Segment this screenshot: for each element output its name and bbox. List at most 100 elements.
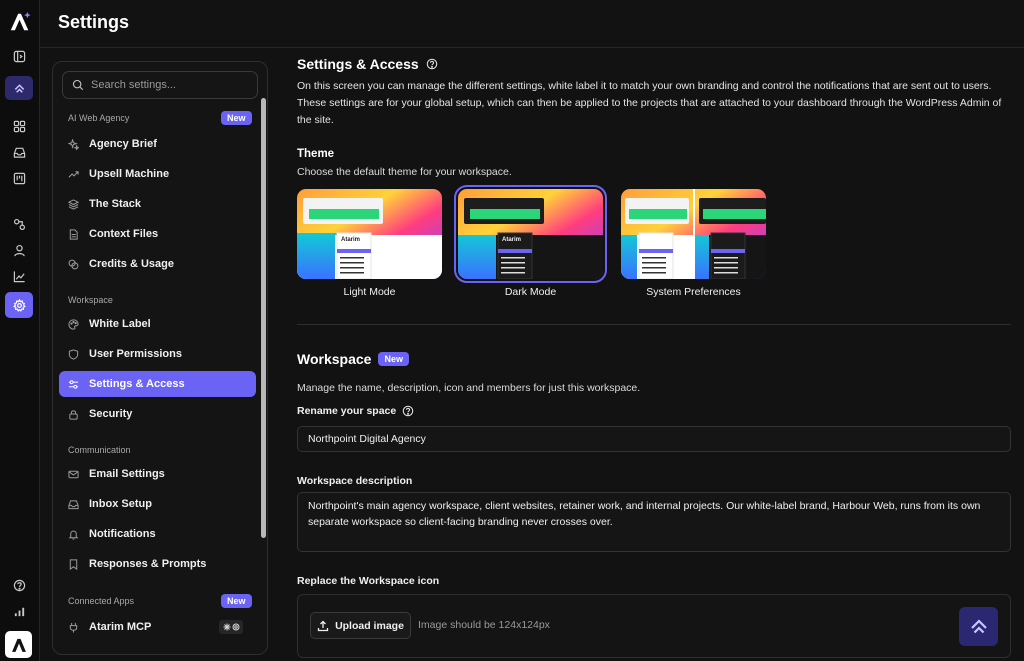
file-icon	[69, 228, 78, 240]
sidebar-item-label: Atarim MCP	[89, 621, 152, 633]
panel-icon[interactable]	[5, 44, 33, 68]
atarim-mark-icon[interactable]	[5, 76, 33, 100]
sidebar-item-the-stack[interactable]: The Stack	[59, 191, 256, 217]
section-label-connected-apps: Connected Apps	[68, 596, 135, 606]
claude-icon	[223, 623, 230, 631]
gear-icon[interactable]	[5, 292, 33, 318]
atarim-mark-icon	[970, 618, 987, 633]
field-label-text: Rename your space	[297, 405, 397, 417]
theme-preview-brand: Atarim	[502, 237, 522, 243]
mcp-client-icons	[219, 620, 243, 634]
sidebar-item-security[interactable]: Security	[59, 401, 256, 427]
theme-label-system: System Preferences	[646, 286, 741, 298]
upload-hint: Image should be 124x124px	[418, 619, 550, 631]
theme-option-dark[interactable]: Atarim	[454, 185, 607, 283]
sidebar-item-email-settings[interactable]: Email Settings	[59, 461, 256, 487]
atarim-logo[interactable]	[7, 9, 33, 35]
workspace-name-input[interactable]	[297, 426, 1011, 452]
board-icon[interactable]	[5, 166, 33, 190]
section-title: Settings & Access	[297, 56, 419, 72]
sidebar-item-responses-prompts[interactable]: Responses & Prompts	[59, 551, 256, 577]
sidebar-item-label: Notifications	[89, 528, 156, 540]
workspace-description-label: Workspace description	[297, 475, 413, 487]
search-icon	[72, 79, 84, 91]
search-box[interactable]	[62, 71, 258, 99]
grid-icon[interactable]	[5, 114, 33, 138]
signal-icon[interactable]	[5, 599, 33, 623]
workspace-heading: Workspace New	[297, 351, 409, 367]
search-input[interactable]	[91, 79, 241, 91]
sidebar-item-label: White Label	[89, 318, 151, 330]
section-label-communication: Communication	[68, 445, 131, 455]
layers-icon	[68, 198, 79, 210]
settings-access-heading: Settings & Access	[297, 56, 438, 72]
settings-access-description: On this screen you can manage the differ…	[297, 80, 1002, 126]
workspace-description-input[interactable]: Northpoint's main agency workspace, clie…	[297, 492, 1011, 552]
upload-label: Upload image	[335, 619, 404, 632]
user-icon[interactable]	[5, 238, 33, 262]
bell-icon	[68, 530, 79, 540]
sidebar-item-label: Inbox Setup	[89, 498, 152, 510]
sidebar-item-label: Context Files	[89, 228, 159, 240]
sidebar-item-label: Agency Brief	[89, 138, 157, 150]
chart-icon[interactable]	[5, 264, 33, 288]
openai-icon	[232, 623, 239, 631]
new-badge: New	[221, 594, 252, 608]
atarim-logo[interactable]	[5, 631, 32, 658]
theme-option-light[interactable]: Atarim	[297, 189, 442, 279]
workspace-description-text: Manage the name, description, icon and m…	[297, 382, 641, 394]
sidebar-item-user-permissions[interactable]: User Permissions	[59, 341, 256, 367]
help-icon[interactable]	[5, 573, 33, 597]
workspace-icon-upload: Upload image Image should be 124x124px	[297, 594, 1011, 658]
inbox-icon	[68, 499, 79, 509]
theme-label-light: Light Mode	[343, 286, 396, 298]
help-icon[interactable]	[426, 58, 438, 70]
mail-icon	[68, 470, 79, 478]
section-divider	[297, 324, 1011, 325]
sidebar-scrollbar[interactable]	[261, 98, 266, 538]
theme-option-system[interactable]	[621, 189, 766, 279]
sidebar-item-label: Upsell Machine	[89, 168, 170, 180]
section-title: Workspace	[297, 351, 372, 367]
sidebar-item-label: Security	[89, 408, 133, 420]
rename-space-label: Rename your space	[297, 405, 414, 417]
sidebar-item-white-label[interactable]: White Label	[59, 311, 256, 337]
coins-icon	[68, 259, 79, 269]
workspace-icon-preview	[959, 607, 998, 646]
workspace-icon-label: Replace the Workspace icon	[297, 575, 440, 587]
sidebar-item-notifications[interactable]: Notifications	[59, 521, 256, 547]
trend-icon	[68, 170, 79, 178]
page-title: Settings	[58, 12, 130, 32]
sidebar-item-upsell-machine[interactable]: Upsell Machine	[59, 161, 256, 187]
sidebar-item-label: User Permissions	[89, 348, 182, 360]
sidebar-item-label: Email Settings	[89, 468, 165, 480]
left-rail	[0, 0, 40, 661]
sidebar-item-inbox-setup[interactable]: Inbox Setup	[59, 491, 256, 517]
palette-icon	[68, 318, 79, 330]
integrations-icon[interactable]	[5, 212, 33, 236]
help-icon[interactable]	[402, 405, 414, 417]
sidebar-item-settings-access[interactable]: Settings & Access	[59, 371, 256, 397]
settings-sidebar: AI Web Agency New Agency Brief Upsell Ma…	[52, 61, 268, 655]
new-badge: New	[221, 111, 252, 125]
sidebar-item-label: Credits & Usage	[89, 258, 174, 270]
sidebar-item-context-files[interactable]: Context Files	[59, 221, 256, 247]
sidebar-item-credits-usage[interactable]: Credits & Usage	[59, 251, 256, 277]
sidebar-item-agency-brief[interactable]: Agency Brief	[59, 131, 256, 157]
sidebar-item-label: Settings & Access	[89, 378, 185, 390]
section-label-workspace: Workspace	[68, 295, 113, 305]
plug-icon	[69, 622, 78, 633]
theme-description: Choose the default theme for your worksp…	[297, 166, 512, 178]
sparkle-icon	[68, 138, 79, 150]
lock-icon	[69, 409, 78, 420]
sliders-icon	[68, 379, 79, 389]
section-label-ai-web-agency: AI Web Agency	[68, 113, 130, 123]
new-badge: New	[378, 352, 409, 366]
theme-label-dark: Dark Mode	[504, 286, 557, 298]
upload-image-button[interactable]: Upload image	[310, 612, 411, 639]
upload-icon	[317, 620, 329, 631]
sidebar-item-label: The Stack	[89, 198, 141, 210]
inbox-icon[interactable]	[5, 140, 33, 164]
sidebar-item-label: Responses & Prompts	[89, 558, 207, 570]
theme-preview-brand: Atarim	[341, 237, 361, 243]
